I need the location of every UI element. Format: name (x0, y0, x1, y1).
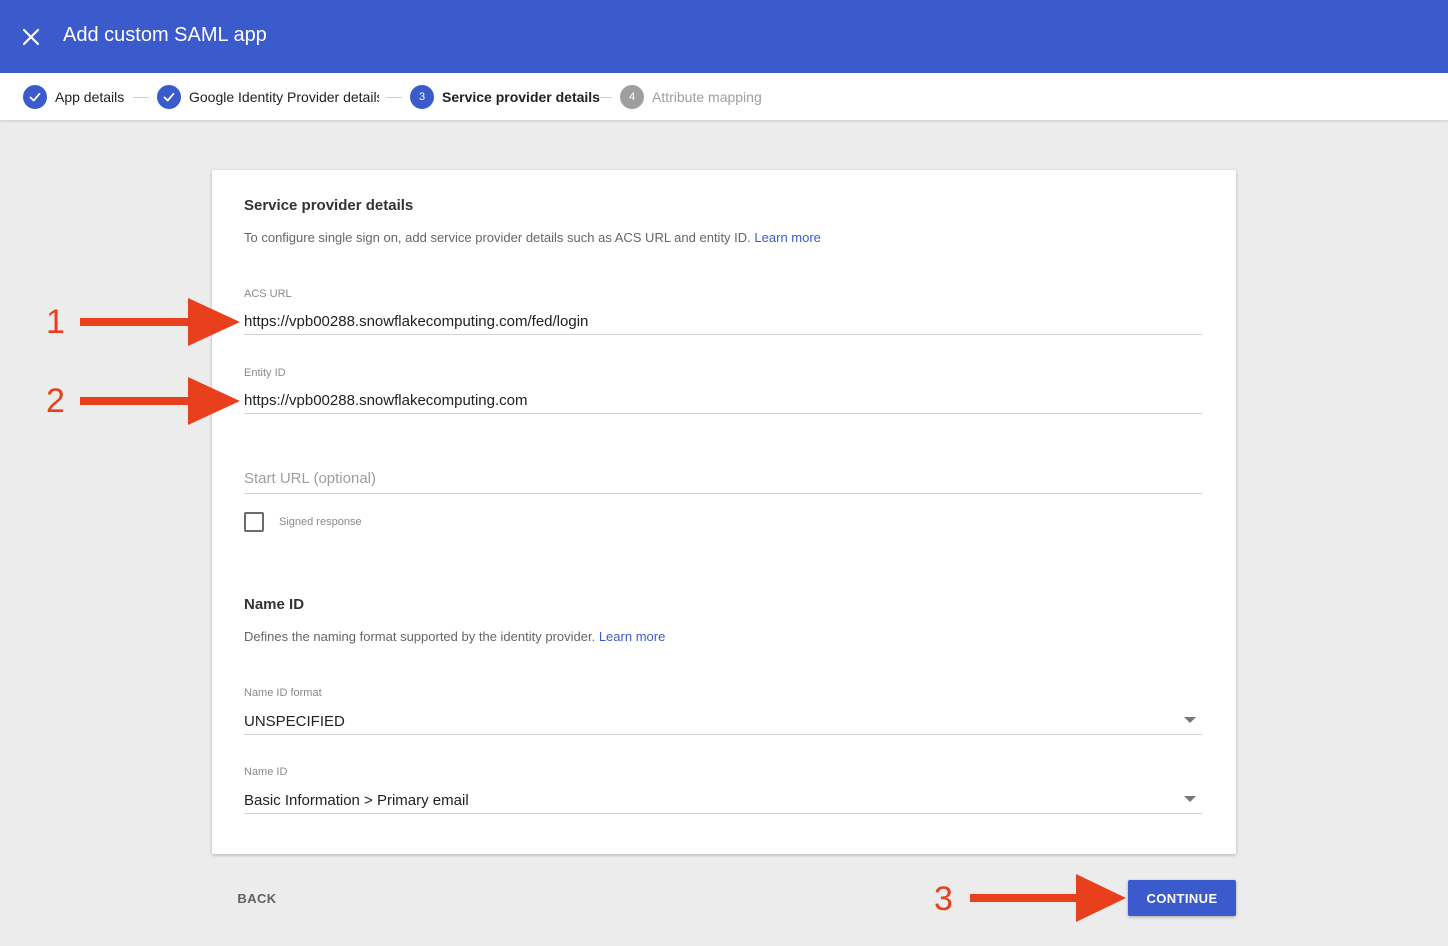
page-title: Add custom SAML app (63, 24, 267, 46)
step-connector (386, 97, 402, 98)
annotation-arrow-icon (970, 874, 1126, 922)
description-text: Defines the naming format supported by t… (244, 629, 596, 644)
select-value[interactable]: UNSPECIFIED (244, 713, 345, 730)
dropdown-arrow-icon[interactable] (1184, 796, 1196, 802)
check-icon (23, 85, 47, 109)
close-icon[interactable] (20, 26, 42, 48)
step-connector (596, 97, 612, 98)
back-button[interactable]: BACK (225, 882, 289, 914)
step-service-provider-details[interactable]: 3 Service provider details (410, 85, 600, 109)
section-description: Defines the naming format supported by t… (244, 629, 665, 644)
field-label: Name ID format (244, 687, 322, 699)
step-number-badge: 4 (620, 85, 644, 109)
step-label: Service provider details (442, 89, 600, 105)
field-underline (244, 493, 1202, 494)
start-url-field[interactable]: Start URL (optional) (244, 468, 1202, 494)
acs-url-field[interactable]: ACS URL https://vpb00288.snowflakecomput… (244, 288, 1202, 336)
annotation-number: 2 (46, 382, 65, 420)
name-id-format-select[interactable]: Name ID format UNSPECIFIED (244, 687, 1202, 735)
dropdown-arrow-icon[interactable] (1184, 717, 1196, 723)
field-label: Entity ID (244, 367, 286, 379)
acs-url-input[interactable]: https://vpb00288.snowflakecomputing.com/… (244, 313, 588, 330)
step-connector (133, 97, 149, 98)
annotation-number: 1 (46, 303, 65, 341)
name-id-select[interactable]: Name ID Basic Information > Primary emai… (244, 766, 1202, 814)
learn-more-link[interactable]: Learn more (754, 230, 820, 245)
field-underline (244, 734, 1202, 735)
select-value[interactable]: Basic Information > Primary email (244, 792, 469, 809)
progress-stepper: App details Google Identity Provider det… (0, 73, 1448, 121)
annotation-arrow-icon (80, 377, 240, 425)
step-label: App details (55, 89, 125, 105)
field-label: Name ID (244, 766, 288, 778)
service-provider-card: Service provider details To configure si… (212, 170, 1236, 854)
check-icon (157, 85, 181, 109)
step-google-idp-details[interactable]: Google Identity Provider details (157, 85, 379, 109)
step-number-badge: 3 (410, 85, 434, 109)
annotation-number: 3 (934, 880, 953, 918)
field-underline (244, 334, 1202, 335)
entity-id-field[interactable]: Entity ID https://vpb00288.snowflakecomp… (244, 367, 1202, 415)
section-description: To configure single sign on, add service… (244, 230, 821, 245)
field-label: ACS URL (244, 288, 292, 300)
step-app-details[interactable]: App details (23, 85, 124, 109)
start-url-input[interactable]: Start URL (optional) (244, 470, 376, 487)
checkbox-label: Signed response (279, 516, 362, 528)
field-underline (244, 813, 1202, 814)
step-label: Google Identity Provider details (189, 89, 379, 105)
step-attribute-mapping[interactable]: 4 Attribute mapping (620, 85, 762, 109)
annotation-arrow-icon (80, 298, 240, 346)
continue-button[interactable]: CONTINUE (1128, 880, 1236, 916)
step-label: Attribute mapping (652, 89, 762, 105)
entity-id-input[interactable]: https://vpb00288.snowflakecomputing.com (244, 392, 528, 409)
field-underline (244, 413, 1202, 414)
section-title: Service provider details (244, 197, 414, 214)
description-text: To configure single sign on, add service… (244, 230, 751, 245)
app-header: Add custom SAML app (0, 0, 1448, 73)
section-title: Name ID (244, 596, 305, 613)
signed-response-checkbox[interactable] (244, 512, 264, 532)
learn-more-link[interactable]: Learn more (599, 629, 665, 644)
